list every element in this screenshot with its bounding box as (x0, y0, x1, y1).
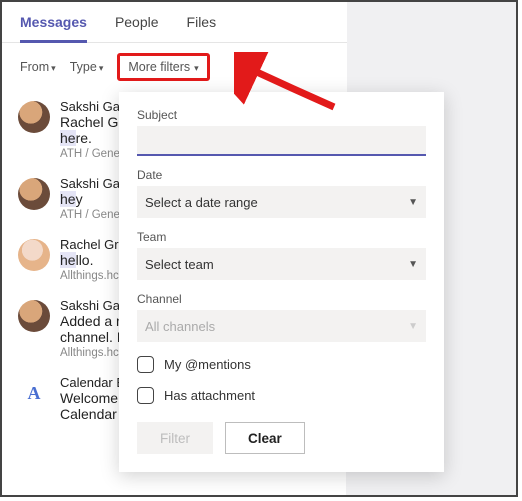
filter-from[interactable]: From ▾ (20, 60, 56, 74)
chevron-down-icon: ▾ (99, 63, 104, 74)
filter-button: Filter (137, 422, 213, 454)
avatar (18, 239, 50, 271)
filter-type[interactable]: Type ▾ (70, 60, 104, 74)
team-select-value: Select team (145, 257, 214, 272)
subject-input[interactable] (137, 126, 426, 156)
more-filters-panel: Subject Date Select a date range ▼ Team … (119, 92, 444, 472)
filter-bar: From ▾ Type ▾ More filters ▾ (2, 43, 347, 91)
tab-messages[interactable]: Messages (20, 14, 87, 43)
tab-files[interactable]: Files (187, 14, 217, 42)
avatar (18, 300, 50, 332)
label-subject: Subject (137, 108, 426, 122)
filter-more-label: More filters (128, 60, 190, 74)
channel-select-value: All channels (145, 319, 215, 334)
label-team: Team (137, 230, 426, 244)
avatar (18, 178, 50, 210)
bot-icon: A (18, 377, 50, 409)
filter-type-label: Type (70, 60, 97, 74)
search-tabs: Messages People Files (2, 2, 347, 43)
avatar (18, 101, 50, 133)
chevron-down-icon: ▾ (194, 63, 199, 74)
clear-button[interactable]: Clear (225, 422, 305, 454)
dropdown-arrow-icon: ▼ (408, 259, 418, 270)
label-channel: Channel (137, 292, 426, 306)
filter-from-label: From (20, 60, 49, 74)
channel-select: All channels ▼ (137, 310, 426, 342)
mentions-label: My @mentions (164, 357, 251, 372)
date-select-value: Select a date range (145, 195, 258, 210)
dropdown-arrow-icon: ▼ (408, 321, 418, 332)
tab-people[interactable]: People (115, 14, 159, 42)
team-select[interactable]: Select team ▼ (137, 248, 426, 280)
attachment-checkbox[interactable] (137, 387, 154, 404)
attachment-label: Has attachment (164, 388, 255, 403)
date-select[interactable]: Select a date range ▼ (137, 186, 426, 218)
filter-more-filters[interactable]: More filters ▾ (117, 53, 209, 81)
chevron-down-icon: ▾ (51, 63, 56, 74)
dropdown-arrow-icon: ▼ (408, 197, 418, 208)
mentions-checkbox[interactable] (137, 356, 154, 373)
label-date: Date (137, 168, 426, 182)
